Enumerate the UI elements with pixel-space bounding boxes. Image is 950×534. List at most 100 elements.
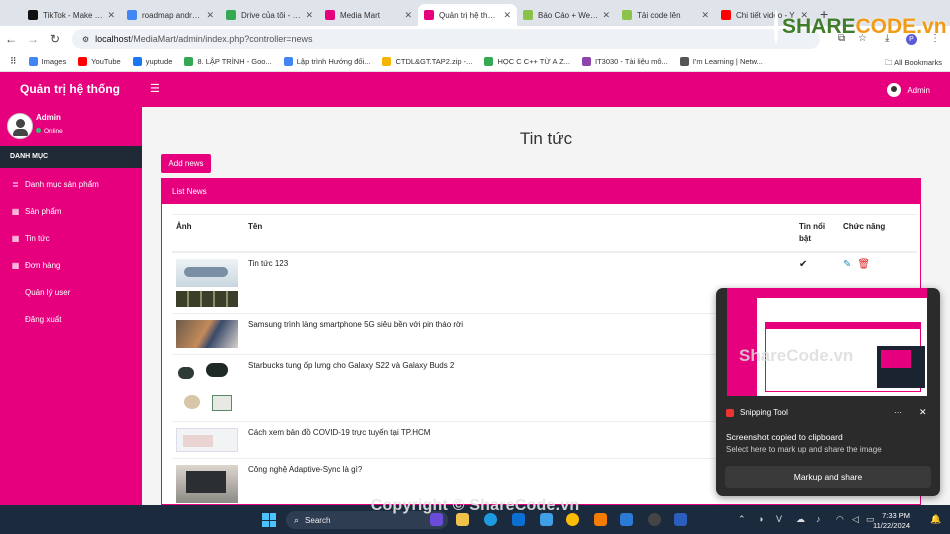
bookmark-list: Images YouTube yuptude 8. LẬP TRÌNH - Goo..…	[28, 57, 775, 66]
sidebar-item[interactable]: ≣ Danh mục sản phẩm	[0, 171, 142, 198]
tab-favicon-icon	[523, 10, 533, 20]
tab-favicon-icon	[622, 10, 632, 20]
tray-app-icon[interactable]: ◑	[758, 514, 763, 524]
copyright-watermark: Copyright © ShareCode.vn	[370, 497, 580, 514]
status-badge: Online	[36, 128, 63, 135]
microphone-icon[interactable]: ♪	[816, 514, 821, 524]
notification-body: Select here to mark up and share the ima…	[726, 445, 882, 454]
bookmark-item[interactable]: Lập trình Hướng đối...	[283, 57, 371, 66]
close-icon[interactable]: ✕	[919, 407, 927, 418]
tab-close-icon[interactable]: ✕	[206, 10, 214, 21]
bookmark-item[interactable]: Images	[28, 57, 67, 66]
more-options-icon[interactable]: ···	[894, 408, 902, 417]
sidebar-item[interactable]: ▦ Tin tức	[0, 225, 142, 252]
forward-button[interactable]: →	[22, 32, 44, 46]
all-bookmarks[interactable]: 🗀 All Bookmarks	[885, 57, 942, 70]
bookmark-label: Lập trình Hướng đối...	[296, 57, 371, 66]
tab-label: TikTok - Make Yo	[43, 10, 104, 20]
check-icon: ✔	[799, 259, 808, 270]
tab-close-icon[interactable]: ✕	[404, 10, 412, 21]
bookmark-label: yuptude	[145, 57, 173, 66]
browser-tab[interactable]: Drive của tôi - Go ✕	[220, 4, 319, 26]
add-news-button[interactable]: Add news	[161, 154, 211, 173]
bookmark-item[interactable]: IT3030 - Tài liệu mô...	[581, 57, 668, 66]
wifi-icon[interactable]: ◠	[836, 514, 844, 525]
sidebar-menu: ≣ Danh mục sản phẩm ▦ Sản phẩm ▦ Tin tức ▦ Đơn …	[0, 171, 142, 333]
bookmarks-bar: ⠿ Images YouTube yuptude 8. LẬP TRÌNH - Goo…	[0, 52, 950, 72]
tab-close-icon[interactable]: ✕	[107, 10, 115, 21]
tab-close-icon[interactable]: ✕	[305, 10, 313, 21]
notification-bell-icon[interactable]: 🔔	[930, 514, 941, 525]
news-thumbnail-cell	[172, 354, 244, 422]
bookmark-favicon-icon	[78, 57, 88, 66]
bookmark-label: I'm Learning | Netw...	[692, 57, 763, 66]
apps-grid-icon[interactable]: ⠿	[10, 56, 17, 67]
search-label: Search	[305, 515, 331, 525]
back-button[interactable]: ←	[0, 32, 22, 46]
news-title: Starbucks tung ốp lưng cho Galaxy S22 và…	[244, 354, 795, 422]
tray-v-icon[interactable]: V	[776, 514, 782, 524]
header-user-menu[interactable]: Admin	[887, 83, 930, 97]
notification-title: Screenshot copied to clipboard	[726, 432, 843, 442]
edit-icon[interactable]: ✎	[843, 259, 851, 270]
chevron-up-icon[interactable]: ⌃	[738, 514, 746, 525]
bookmark-label: IT3030 - Tài liệu mô...	[594, 57, 668, 66]
all-bookmarks-label: All Bookmarks	[894, 58, 942, 67]
windows-start-icon[interactable]	[262, 513, 276, 527]
browser-tab[interactable]: TikTok - Make Yo ✕	[22, 4, 121, 26]
tab-close-icon[interactable]: ✕	[701, 10, 709, 21]
bookmark-item[interactable]: YouTube	[78, 57, 121, 66]
url-input[interactable]: ⚙ localhost/MediaMart/admin/index.php?co…	[72, 29, 820, 49]
bookmark-item[interactable]: 8. LẬP TRÌNH - Goo...	[184, 57, 272, 66]
markup-share-button[interactable]: Markup and share	[725, 466, 931, 488]
clock-date: 11/22/2024	[873, 521, 910, 530]
user-avatar-icon	[887, 83, 902, 97]
browser-tab[interactable]: Media Mart ✕	[319, 4, 418, 26]
snipping-tool-icon	[726, 408, 734, 417]
bookmark-item[interactable]: yuptude	[132, 57, 173, 66]
tray-cloud-icon[interactable]: ☁	[796, 514, 805, 525]
browser-tab[interactable]: Tải code lên ✕	[616, 4, 715, 26]
browser-tab[interactable]: roadmap android ✕	[121, 4, 220, 26]
news-thumbnail	[176, 259, 238, 307]
news-thumbnail-cell	[172, 313, 244, 355]
tab-favicon-icon	[325, 10, 335, 20]
tab-close-icon[interactable]: ✕	[503, 10, 511, 21]
sidebar-item[interactable]: Đăng xuất	[0, 306, 142, 333]
browser-tab[interactable]: Báo Cáo + Webs ✕	[517, 4, 616, 26]
sidebar-item[interactable]: ▦ Sản phẩm	[0, 198, 142, 225]
sidebar-item[interactable]: ▦ Đơn hàng	[0, 252, 142, 279]
brand-title[interactable]: Quản trị hệ thống	[20, 82, 120, 96]
avatar	[7, 113, 33, 139]
screenshot-preview[interactable]: ShareCode.vn	[727, 288, 927, 396]
trash-icon[interactable]: 🗑	[857, 259, 870, 270]
snipping-notification[interactable]: ShareCode.vn Snipping Tool ··· ✕ Screens…	[716, 288, 940, 496]
bookmark-label: Images	[41, 57, 67, 66]
sidebar-item[interactable]: Quản lý user	[0, 279, 142, 306]
url-path: /MediaMart/admin/index.php?controller=ne…	[130, 34, 313, 44]
reload-button[interactable]: ↻	[44, 32, 66, 46]
news-thumbnail	[176, 320, 238, 348]
browser-tab[interactable]: Quản trị hệ thống ✕	[418, 4, 517, 26]
logo-text-a: SHARE	[782, 15, 856, 38]
menu-toggle-icon[interactable]: ☰	[150, 82, 160, 95]
col-actions: Chức năng	[839, 214, 917, 253]
volume-icon[interactable]: ◁	[852, 514, 859, 525]
logo-text: SHARECODE.vn	[782, 15, 947, 39]
sidebar-section-header: DANH MỤC	[0, 146, 142, 168]
logo-text-b: CODE.vn	[855, 15, 947, 38]
bookmark-item[interactable]: HỌC C C++ TỪ A Z...	[484, 57, 570, 66]
bookmark-item[interactable]: I'm Learning | Netw...	[679, 57, 763, 66]
table-icon: ▦	[11, 207, 20, 216]
tab-close-icon[interactable]: ✕	[602, 10, 610, 21]
table-icon: ▦	[11, 234, 20, 243]
sidebar: Admin Online DANH MỤC ≣ Danh mục sản phẩm…	[0, 107, 142, 505]
bookmark-favicon-icon	[132, 57, 142, 66]
bookmark-item[interactable]: CTDL&GT.TAP2.zip -...	[382, 57, 472, 66]
site-info-icon[interactable]: ⚙	[82, 35, 89, 44]
tab-favicon-icon	[28, 10, 38, 20]
table-header-row: Ảnh Tên Tin nổi bật Chức năng	[172, 214, 917, 253]
sidebar-user-panel	[7, 113, 33, 139]
search-icon: ⌕	[294, 514, 300, 525]
tab-favicon-icon	[127, 10, 137, 20]
